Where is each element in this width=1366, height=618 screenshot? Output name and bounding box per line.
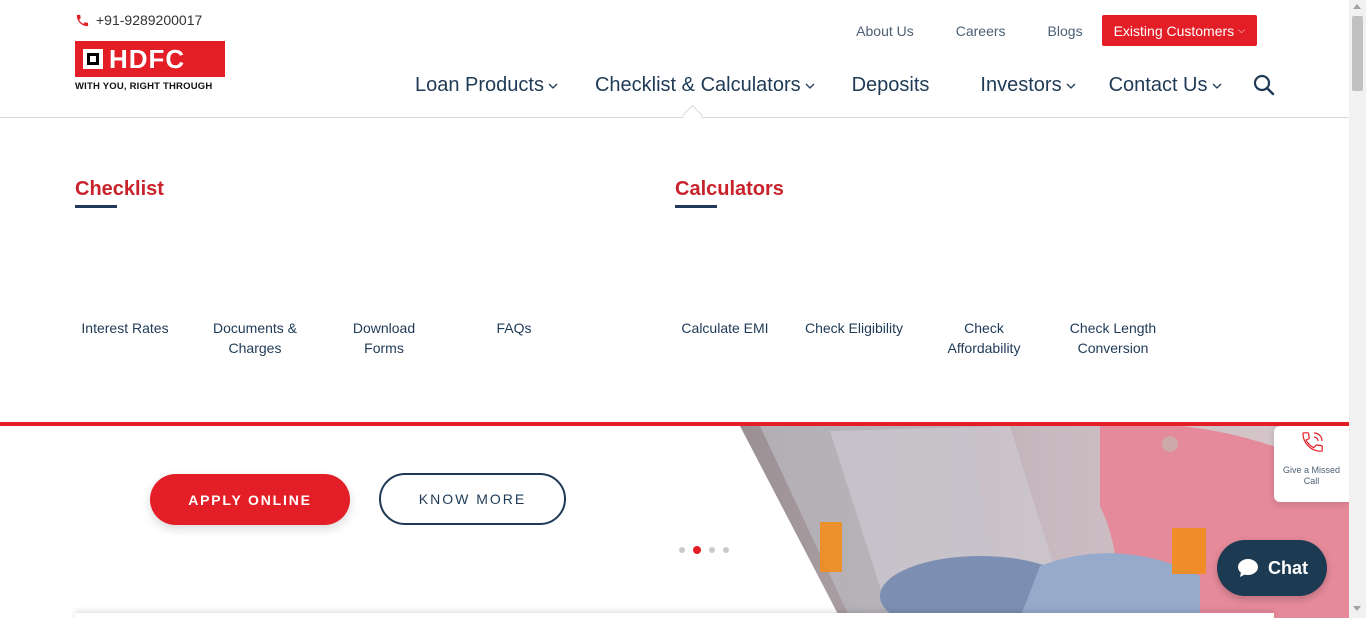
chevron-down-icon	[1212, 83, 1221, 89]
chat-bubble-icon	[1238, 559, 1258, 577]
nav-label: Investors	[980, 74, 1062, 96]
top-link-blogs[interactable]: Blogs	[1048, 23, 1083, 39]
chat-label: Chat	[1268, 557, 1308, 578]
nav-investors[interactable]: Investors	[980, 74, 1076, 97]
checklist-title: Checklist	[75, 178, 164, 200]
hdfc-logo[interactable]: HDFC WITH YOU, RIGHT THROUGH	[75, 41, 227, 92]
chevron-down-icon	[548, 83, 558, 89]
logo-box: HDFC	[75, 41, 225, 77]
page-scrollbar[interactable]	[1349, 0, 1366, 618]
top-link-about-us[interactable]: About Us	[856, 23, 914, 39]
hero-banner: APPLY ONLINE KNOW MORE	[0, 426, 1349, 618]
logo-tagline: WITH YOU, RIGHT THROUGH	[75, 81, 213, 92]
nav-label: Deposits	[851, 74, 930, 96]
main-nav: Loan Products Checklist & Calculators De…	[415, 74, 1222, 97]
nav-checklist-calculators[interactable]: Checklist & Calculators	[595, 74, 815, 97]
carousel-dot[interactable]	[709, 547, 715, 553]
chevron-down-icon: ⌵	[1238, 25, 1245, 35]
chat-button[interactable]: Chat	[1217, 540, 1327, 596]
carousel-dots	[679, 546, 729, 554]
link-interest-rates[interactable]: Interest Rates	[75, 318, 175, 338]
carousel-dot[interactable]	[723, 547, 729, 553]
link-documents-charges[interactable]: Documents & Charges	[205, 318, 305, 358]
phone-ring-icon	[1301, 432, 1323, 452]
link-check-affordability[interactable]: Check Affordability	[934, 318, 1034, 358]
link-faqs[interactable]: FAQs	[464, 318, 564, 338]
title-underline	[675, 205, 717, 208]
calculators-title: Calculators	[675, 178, 784, 200]
link-download-forms[interactable]: Download Forms	[334, 318, 434, 358]
scroll-down-arrow-icon[interactable]	[1353, 606, 1361, 611]
site-header: +91-9289200017 HDFC WITH YOU, RIGHT THRO…	[0, 0, 1349, 118]
nav-loan-products[interactable]: Loan Products	[415, 74, 558, 97]
phone-contact[interactable]: +91-9289200017	[75, 12, 202, 28]
nav-contact-us[interactable]: Contact Us	[1109, 74, 1222, 97]
chevron-down-icon	[1066, 83, 1076, 89]
scroll-up-arrow-icon[interactable]	[1353, 4, 1361, 9]
link-check-length-conversion[interactable]: Check Length Conversion	[1063, 318, 1163, 358]
nav-label: Contact Us	[1108, 74, 1208, 96]
phone-number: +91-9289200017	[96, 12, 203, 28]
content-card-edge	[75, 613, 1274, 618]
phone-icon	[76, 14, 89, 26]
title-underline	[75, 205, 117, 208]
search-icon[interactable]	[1253, 74, 1275, 96]
top-link-careers[interactable]: Careers	[956, 23, 1006, 39]
nav-label: Checklist & Calculators	[594, 74, 801, 96]
top-links: About Us Careers Blogs Existing Customer…	[856, 15, 1257, 46]
existing-customers-button[interactable]: Existing Customers ⌵	[1101, 15, 1257, 46]
link-calculate-emi[interactable]: Calculate EMI	[675, 318, 775, 338]
link-check-eligibility[interactable]: Check Eligibility	[804, 318, 904, 338]
carousel-dot[interactable]	[679, 547, 685, 553]
know-more-button[interactable]: KNOW MORE	[379, 473, 566, 525]
logo-text: HDFC	[109, 43, 186, 74]
missed-call-widget[interactable]: Give a Missed Call	[1274, 426, 1349, 502]
nav-deposits[interactable]: Deposits	[852, 74, 930, 97]
scrollbar-thumb[interactable]	[1352, 16, 1363, 91]
checklist-calculators-dropdown: Checklist Calculators Interest Rates Doc…	[0, 118, 1349, 422]
existing-customers-label: Existing Customers	[1113, 22, 1235, 39]
chevron-down-icon	[805, 83, 815, 89]
nav-label: Loan Products	[415, 74, 544, 96]
apply-online-button[interactable]: APPLY ONLINE	[150, 474, 350, 525]
missed-call-label: Give a Missed Call	[1282, 465, 1341, 486]
carousel-dot-active[interactable]	[693, 546, 701, 554]
hdfc-logo-mark-icon	[83, 49, 103, 69]
